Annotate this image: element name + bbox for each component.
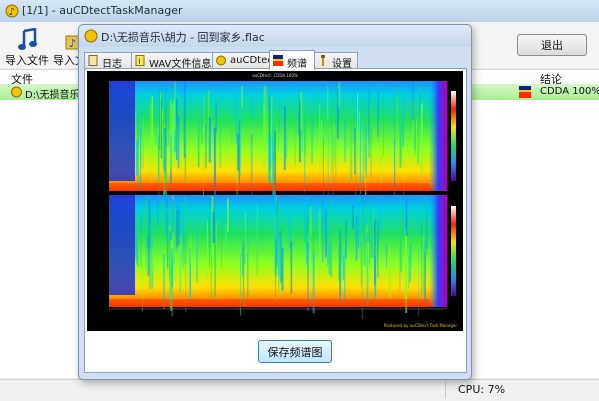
save-spectrum-button[interactable]: 保存频谱图 — [258, 340, 332, 363]
import-folder-label: 导入文 — [53, 54, 80, 66]
tab-log[interactable]: 日志 — [84, 52, 132, 70]
spectrum-icon — [519, 86, 531, 98]
flac-file-icon — [11, 86, 22, 98]
tab-settings[interactable]: 设置 — [314, 52, 358, 70]
row-file-path: D:\无损音乐\ — [25, 90, 83, 101]
dialog-title: D:\无损音乐\胡力 - 回到家乡.flac — [101, 31, 265, 44]
cpu-usage: CPU: 7% — [458, 383, 506, 396]
color-scale — [451, 206, 456, 296]
spectrogram-header: auCDtect: CDDA 100% — [252, 73, 298, 78]
info-icon: i — [135, 55, 145, 66]
import-file-label: 导入文件 — [5, 54, 49, 67]
music-note-icon — [18, 28, 37, 50]
tab-spectrum-label: 频谱 — [287, 59, 307, 70]
svg-text:♪: ♪ — [9, 7, 15, 18]
svg-text:♪: ♪ — [69, 37, 76, 50]
spectrogram-footer: Produced by auCDtect Task Manager — [384, 323, 458, 328]
settings-icon — [321, 55, 325, 66]
aucdtect-icon — [216, 55, 226, 66]
window-title: [1/1] - auCDtectTaskManager — [22, 4, 183, 17]
import-file-button[interactable]: 导入文件 — [4, 24, 50, 67]
tab-wav-info[interactable]: i WAV文件信息 — [131, 52, 213, 70]
spectrogram-image: auCDtect: CDDA 100% Produced by auCDtect… — [87, 71, 463, 331]
spectrum-dialog: D:\无损音乐\胡力 - 回到家乡.flac 日志 i WAV文件信息 auCD… — [78, 24, 472, 380]
status-separator — [445, 382, 446, 398]
svg-text:i: i — [139, 57, 141, 66]
main-titlebar: ♪ [1/1] - auCDtectTaskManager — [0, 0, 599, 22]
row-conclusion: CDDA 100% — [540, 86, 599, 97]
color-scale — [451, 91, 456, 181]
log-icon — [88, 55, 98, 66]
dialog-titlebar[interactable]: D:\无损音乐\胡力 - 回到家乡.flac — [79, 25, 471, 47]
import-folder-button[interactable]: ♪ 导入文 — [50, 24, 80, 66]
spectrum-icon — [273, 55, 283, 66]
status-bar: CPU: 7% — [0, 379, 599, 401]
channel-left — [109, 81, 447, 213]
spectrum-panel: auCDtect: CDDA 100% Produced by auCDtect… — [84, 68, 467, 373]
flac-file-icon — [84, 29, 98, 43]
channel-right — [109, 195, 447, 319]
tab-spectrum[interactable]: 频谱 — [269, 50, 315, 70]
tab-aucdtect[interactable]: auCDtect — [212, 52, 277, 69]
app-icon: ♪ — [5, 4, 19, 18]
exit-button[interactable]: 退出 — [517, 34, 587, 56]
